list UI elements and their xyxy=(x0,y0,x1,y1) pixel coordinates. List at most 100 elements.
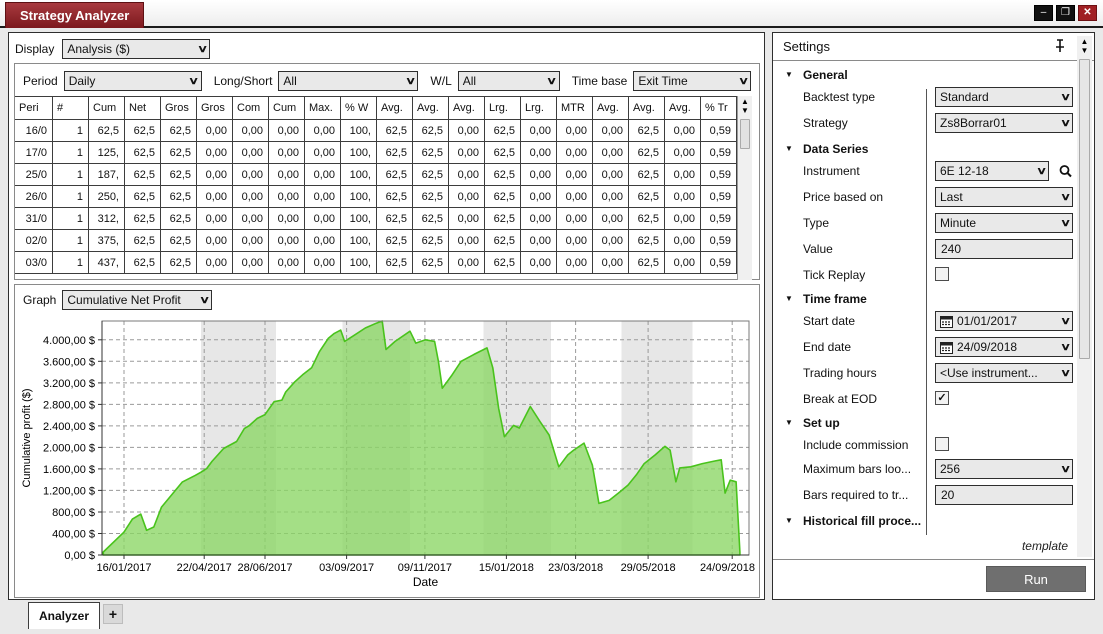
column-header[interactable]: Gros xyxy=(197,96,233,120)
scroll-down-icon[interactable]: ▼ xyxy=(1081,47,1089,55)
section-header-historical-fill-proce[interactable]: ▼Historical fill proce... xyxy=(777,513,1069,531)
close-button[interactable]: ✕ xyxy=(1078,5,1097,21)
column-header[interactable]: Lrg. xyxy=(521,96,557,120)
table-row[interactable]: 31/01312,62,562,50,000,000,000,00100,62,… xyxy=(15,208,737,230)
svg-text:3.600,00 $: 3.600,00 $ xyxy=(43,356,95,368)
table-cell: 0,00 xyxy=(521,230,557,252)
settings-scrollbar[interactable]: ▲ ▼ xyxy=(1077,36,1092,557)
section-header-general[interactable]: ▼General xyxy=(777,67,1069,85)
section-header-time-frame[interactable]: ▼Time frame xyxy=(777,291,1069,309)
strategy-dropdown[interactable]: Zs8Borrar01∨ xyxy=(935,113,1073,133)
table-cell: 0,00 xyxy=(305,120,341,142)
bars-required-to-tr-input[interactable]: 20 xyxy=(935,485,1073,505)
table-row[interactable]: 02/01375,62,562,50,000,000,000,00100,62,… xyxy=(15,230,737,252)
column-header[interactable]: MTR xyxy=(557,96,593,120)
column-header[interactable]: Cum xyxy=(89,96,125,120)
column-header[interactable]: % W xyxy=(341,96,377,120)
run-button[interactable]: Run xyxy=(986,566,1086,592)
analyzer-panel: Display Analysis ($) ∨ Period Daily∨ Lon… xyxy=(8,32,765,600)
end-date-dropdown[interactable]: 24/09/2018∨ xyxy=(935,337,1073,357)
table-cell: 62,5 xyxy=(485,164,521,186)
field-label: Strategy xyxy=(803,116,927,130)
column-header[interactable]: Avg. xyxy=(629,96,665,120)
table-cell: 62,5 xyxy=(161,230,197,252)
settings-row-type: TypeMinute∨ xyxy=(777,211,1069,237)
timebase-dropdown[interactable]: Exit Time∨ xyxy=(633,71,751,91)
chevron-down-icon: ∨ xyxy=(191,44,208,55)
display-dropdown[interactable]: Analysis ($) ∨ xyxy=(62,39,210,59)
table-scrollbar[interactable]: ▲ ▼ xyxy=(737,96,752,280)
column-header[interactable]: # xyxy=(53,96,89,120)
tab-analyzer[interactable]: Analyzer xyxy=(28,602,100,629)
table-row[interactable]: 17/01125,62,562,50,000,000,000,00100,62,… xyxy=(15,142,737,164)
break-at-eod-checkbox[interactable]: ✓ xyxy=(935,391,949,405)
field-label: Type xyxy=(803,216,927,230)
column-header[interactable]: Gros xyxy=(161,96,197,120)
column-header[interactable]: Avg. xyxy=(593,96,629,120)
scroll-up-icon[interactable]: ▲ xyxy=(1081,38,1089,46)
maximum-bars-loo-dropdown[interactable]: 256∨ xyxy=(935,459,1073,479)
table-cell: 0,00 xyxy=(521,208,557,230)
field-label: Instrument xyxy=(803,164,927,178)
scroll-down-icon[interactable]: ▼ xyxy=(741,107,749,115)
pin-icon[interactable] xyxy=(1054,39,1066,56)
table-cell: 0,00 xyxy=(197,120,233,142)
table-cell: 62,5 xyxy=(629,252,665,274)
column-header[interactable]: Avg. xyxy=(413,96,449,120)
column-header[interactable]: Net xyxy=(125,96,161,120)
table-cell: 0,00 xyxy=(557,142,593,164)
table-cell: 03/0 xyxy=(15,252,53,274)
add-tab-button[interactable]: + xyxy=(103,604,123,624)
minimize-button[interactable]: – xyxy=(1034,5,1053,21)
wl-dropdown[interactable]: All∨ xyxy=(458,71,560,91)
column-header[interactable]: % Tr xyxy=(701,96,737,120)
table-cell: 0,00 xyxy=(665,120,701,142)
maximize-button[interactable]: ❐ xyxy=(1056,5,1075,21)
analysis-table: Peri#CumNetGrosGrosComCumMax.% WAvg.Avg.… xyxy=(15,96,737,274)
scrollbar-thumb[interactable] xyxy=(1079,59,1090,359)
price-based-on-dropdown[interactable]: Last∨ xyxy=(935,187,1073,207)
longshort-dropdown[interactable]: All∨ xyxy=(278,71,418,91)
graph-dropdown[interactable]: Cumulative Net Profit∨ xyxy=(62,290,212,310)
column-header[interactable]: Avg. xyxy=(377,96,413,120)
table-row[interactable]: 03/01437,62,562,50,000,000,000,00100,62,… xyxy=(15,252,737,274)
value-input[interactable]: 240 xyxy=(935,239,1073,259)
table-row[interactable]: 26/01250,62,562,50,000,000,000,00100,62,… xyxy=(15,186,737,208)
table-cell: 0,00 xyxy=(665,252,701,274)
field-label: Include commission xyxy=(803,438,927,452)
column-header[interactable]: Avg. xyxy=(665,96,701,120)
tick-replay-checkbox[interactable] xyxy=(935,267,949,281)
column-header[interactable]: Max. xyxy=(305,96,341,120)
table-cell: 0,59 xyxy=(701,186,737,208)
section-header-data-series[interactable]: ▼Data Series xyxy=(777,141,1069,159)
table-row[interactable]: 16/0162,562,562,50,000,000,000,00100,62,… xyxy=(15,120,737,142)
table-cell: 0,00 xyxy=(449,142,485,164)
template-link[interactable]: template xyxy=(1022,539,1068,553)
column-header[interactable]: Lrg. xyxy=(485,96,521,120)
column-header[interactable]: Avg. xyxy=(449,96,485,120)
scroll-up-icon[interactable]: ▲ xyxy=(741,98,749,106)
table-cell: 02/0 xyxy=(15,230,53,252)
column-header[interactable]: Com xyxy=(233,96,269,120)
search-icon[interactable] xyxy=(1055,161,1075,181)
table-cell: 0,00 xyxy=(449,164,485,186)
type-dropdown[interactable]: Minute∨ xyxy=(935,213,1073,233)
section-header-set-up[interactable]: ▼Set up xyxy=(777,415,1069,433)
instrument-dropdown[interactable]: 6E 12-18∨ xyxy=(935,161,1049,181)
table-cell: 100, xyxy=(341,164,377,186)
table-cell: 62,5 xyxy=(161,164,197,186)
period-dropdown[interactable]: Daily∨ xyxy=(64,71,202,91)
column-header[interactable]: Cum xyxy=(269,96,305,120)
backtest-type-dropdown[interactable]: Standard∨ xyxy=(935,87,1073,107)
include-commission-checkbox[interactable] xyxy=(935,437,949,451)
table-cell: 0,00 xyxy=(521,164,557,186)
svg-text:24/09/2018: 24/09/2018 xyxy=(700,562,755,574)
field-label: Value xyxy=(803,242,927,256)
table-cell: 0,00 xyxy=(197,230,233,252)
column-header[interactable]: Peri xyxy=(15,96,53,120)
svg-text:15/01/2018: 15/01/2018 xyxy=(479,562,534,574)
start-date-dropdown[interactable]: 01/01/2017∨ xyxy=(935,311,1073,331)
table-row[interactable]: 25/01187,62,562,50,000,000,000,00100,62,… xyxy=(15,164,737,186)
trading-hours-dropdown[interactable]: <Use instrument...∨ xyxy=(935,363,1073,383)
scrollbar-thumb[interactable] xyxy=(740,119,750,149)
